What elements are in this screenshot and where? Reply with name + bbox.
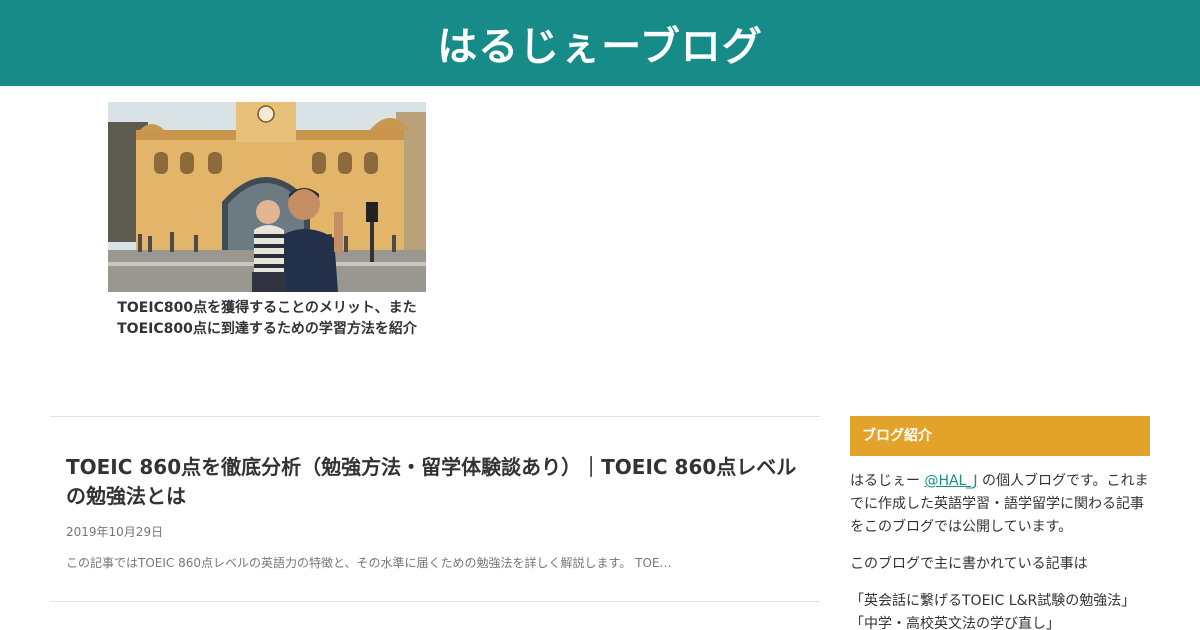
divider [50,601,820,602]
station-photo-image [108,102,426,292]
article-excerpt: この記事ではTOEIC 860点レベルの英語力の特徴と、その水準に届くための勉強… [66,556,672,570]
featured-post-card[interactable]: TOEIC800点を獲得することのメリット、またTOEIC800点に到達するため… [108,102,426,340]
article-date: 2019年10月29日 [66,525,164,539]
site-title-link[interactable]: はるじぇーブログ [437,14,763,72]
featured-post-title[interactable]: TOEIC800点を獲得することのメリット、またTOEIC800点に到達するため… [108,298,426,340]
intro-prefix: はるじぇー [850,473,925,489]
article-title[interactable]: TOEIC 860点を徹底分析（勉強方法・留学体験談あり）｜TOEIC 860点… [66,453,804,511]
twitter-handle-link[interactable]: @HAL_J [924,473,977,489]
topics-lead: このブログで主に書かれている記事は [850,556,1088,572]
site-header: はるじぇーブログ [0,0,1200,86]
blog-intro-widget-title: ブログ紹介 [850,416,1150,456]
article-item[interactable]: TOEIC 860点を徹底分析（勉強方法・留学体験談あり）｜TOEIC 860点… [50,417,820,601]
blog-intro-text: はるじぇー @HAL_J の個人ブログです。これまでに作成した英語学習・語学留学… [850,470,1150,539]
blog-intro-widget-body: はるじぇー @HAL_J の個人ブログです。これまでに作成した英語学習・語学留学… [850,470,1150,630]
article-list: TOEIC 860点を徹底分析（勉強方法・留学体験談あり）｜TOEIC 860点… [50,416,820,602]
sidebar: ブログ紹介 はるじぇー @HAL_J の個人ブログです。これまでに作成した英語学… [850,416,1150,630]
topic-item: 「英会話に繋げるTOEIC L&R試験の勉強法」 [850,593,1136,609]
topic-item: 「中学・高校英文法の学び直し」 [850,616,1060,630]
featured-post-thumbnail[interactable] [108,102,426,292]
